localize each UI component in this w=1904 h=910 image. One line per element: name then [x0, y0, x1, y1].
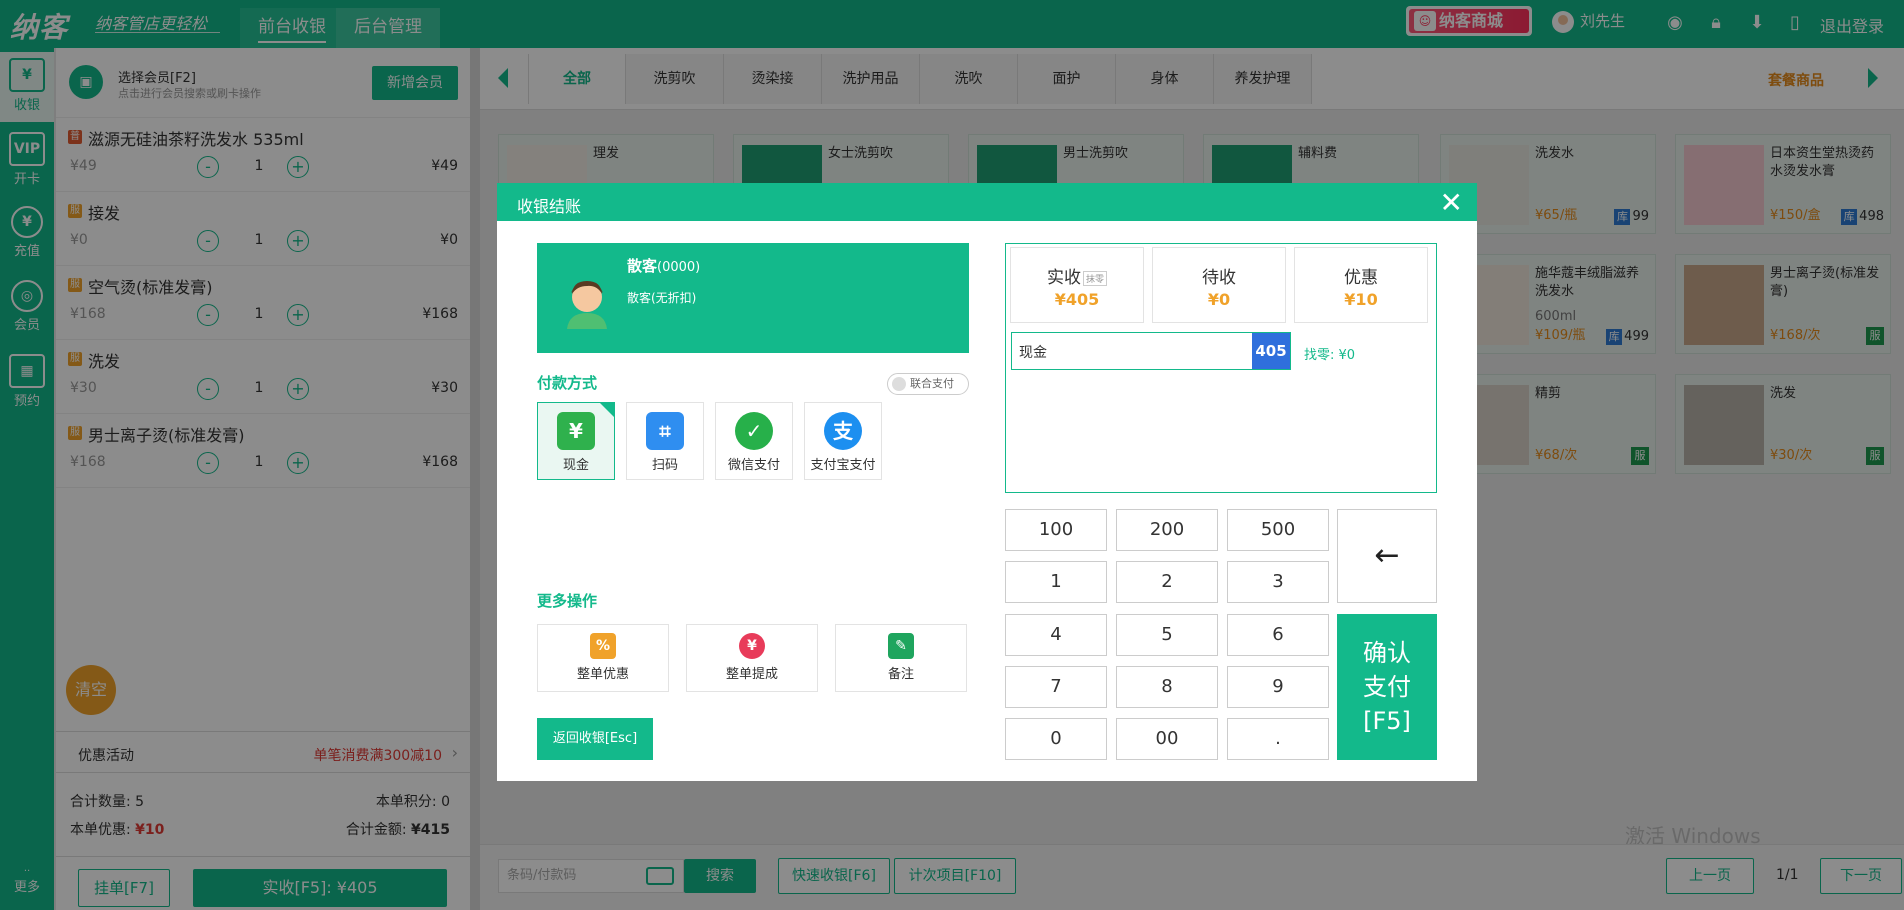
op-label: 备注	[887, 667, 914, 682]
note-op[interactable]: ✎ 备注	[835, 624, 967, 692]
pay-method-alipay[interactable]: 支 支付宝支付	[804, 402, 882, 480]
pos-app: 纳客 纳客管店更轻松 前台收银 后台管理 ☺ 纳客商城 刘先生 ◉ 🔒︎ ⬇ ▯…	[0, 0, 1904, 910]
joint-pay-toggle[interactable]: 联合支付	[887, 373, 969, 395]
customer-discount: 散客(无折扣)	[627, 291, 697, 305]
discount-value: ¥10	[1344, 290, 1378, 309]
customer-name-text: 散客	[627, 257, 658, 275]
pay-method-title: 付款方式	[537, 374, 598, 392]
pending-label: 待收	[1202, 268, 1236, 288]
cash-icon: ¥	[557, 412, 595, 450]
customer-avatar-icon	[567, 281, 607, 329]
scan-icon: ⌗	[646, 412, 684, 450]
change-amount: 找零: ¥0	[1304, 348, 1356, 363]
cash-amount-value[interactable]: 405	[1252, 333, 1290, 369]
check-icon	[600, 403, 614, 417]
key-0[interactable]: 0	[1005, 718, 1107, 760]
key-6[interactable]: 6	[1227, 614, 1329, 656]
order-discount-op[interactable]: % 整单优惠	[537, 624, 669, 692]
backspace-key[interactable]: ←	[1337, 509, 1437, 603]
confirm-line-3: [F5]	[1363, 707, 1411, 735]
pay-method-cash[interactable]: ¥ 现金	[537, 402, 615, 480]
key-200[interactable]: 200	[1116, 509, 1218, 551]
key-5[interactable]: 5	[1116, 614, 1218, 656]
op-label: 整单优惠	[576, 667, 629, 682]
key-dot[interactable]: .	[1227, 718, 1329, 760]
back-to-cashier-button[interactable]: 返回收银[Esc]	[537, 718, 653, 760]
checkout-dialog: 收银结账 ✕ 散客(0000) 散客(无折扣) 付款方式 联合支付 ¥ 现金 ⌗…	[497, 183, 1477, 781]
confirm-pay-button[interactable]: 确认 支付 [F5]	[1337, 614, 1437, 760]
tag-icon: %	[590, 633, 616, 659]
key-500[interactable]: 500	[1227, 509, 1329, 551]
key-00[interactable]: 00	[1116, 718, 1218, 760]
key-7[interactable]: 7	[1005, 666, 1107, 708]
close-icon[interactable]: ✕	[1440, 186, 1463, 219]
actual-value: ¥405	[1054, 290, 1100, 309]
wechat-icon: ✓	[735, 412, 773, 450]
note-icon: ✎	[888, 633, 914, 659]
dialog-header: 收银结账 ✕	[497, 183, 1477, 221]
key-1[interactable]: 1	[1005, 561, 1107, 603]
pay-method-label: 微信支付	[727, 458, 780, 473]
cash-amount-field[interactable]: 现金 405	[1011, 332, 1291, 370]
actual-label-text: 实收	[1046, 268, 1081, 288]
customer-card: 散客(0000) 散客(无折扣)	[537, 243, 969, 353]
round-off-toggle[interactable]: 抹零	[1082, 270, 1107, 286]
key-2[interactable]: 2	[1116, 561, 1218, 603]
money-bag-icon: ¥	[739, 633, 765, 659]
alipay-icon: 支	[824, 412, 862, 450]
customer-code: (0000)	[657, 260, 701, 275]
actual-stat: 实收 抹零 ¥405	[1010, 247, 1144, 323]
pay-method-scan[interactable]: ⌗ 扫码	[626, 402, 704, 480]
discount-stat: 优惠 ¥10	[1294, 247, 1428, 323]
confirm-line-2: 支付	[1363, 673, 1411, 701]
key-100[interactable]: 100	[1005, 509, 1107, 551]
op-label: 整单提成	[725, 667, 778, 682]
discount-label: 优惠	[1344, 268, 1378, 288]
payment-panel: 实收 抹零 ¥405 待收 ¥0 优惠 ¥10 现金 405 找零: ¥0	[1005, 243, 1437, 493]
key-9[interactable]: 9	[1227, 666, 1329, 708]
order-commission-op[interactable]: ¥ 整单提成	[686, 624, 818, 692]
pay-method-wechat[interactable]: ✓ 微信支付	[715, 402, 793, 480]
customer-name: 散客(0000)	[627, 255, 700, 276]
more-ops-title: 更多操作	[537, 592, 598, 610]
pending-value: ¥0	[1207, 290, 1231, 309]
cash-label: 现金	[1019, 345, 1047, 361]
key-8[interactable]: 8	[1116, 666, 1218, 708]
actual-label: 实收 抹零	[1011, 263, 1143, 288]
key-3[interactable]: 3	[1227, 561, 1329, 603]
pay-method-label: 支付宝支付	[810, 458, 876, 473]
key-4[interactable]: 4	[1005, 614, 1107, 656]
confirm-line-1: 确认	[1363, 639, 1411, 667]
pay-method-label: 现金	[562, 458, 589, 473]
pending-stat: 待收 ¥0	[1152, 247, 1286, 323]
pay-method-label: 扫码	[651, 458, 678, 473]
dialog-title: 收银结账	[517, 197, 582, 216]
